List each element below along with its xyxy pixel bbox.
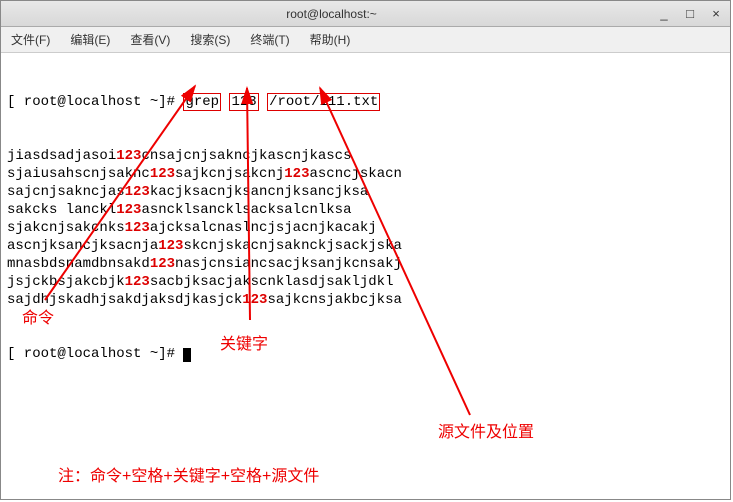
prompt-line: [ root@localhost ~]# [7, 345, 724, 363]
output-line: sakcks lanckl123asncklsancklsacksalcnlks… [7, 201, 724, 219]
menu-file[interactable]: 文件(F) [5, 29, 56, 50]
maximize-button[interactable]: □ [682, 6, 698, 21]
window-title: root@localhost:~ [7, 7, 656, 21]
keyword-box: 123 [229, 93, 258, 111]
filepath-box: /root/111.txt [267, 93, 380, 111]
output-line: sjaiusahscnjsaknc123sajkcnjsakcnj123ascn… [7, 165, 724, 183]
output-line: sajcnjsakncjas123kacjksacnjksancnjksancj… [7, 183, 724, 201]
menu-help[interactable]: 帮助(H) [304, 29, 357, 50]
minimize-button[interactable]: _ [656, 6, 672, 21]
menu-terminal[interactable]: 终端(T) [244, 29, 295, 50]
output-line: ascnjksancjksacnja123skcnjskacnjsaknckjs… [7, 237, 724, 255]
output-lines: jiasdsadjasoi123cnsajcnjsakncjkascnjkasc… [7, 147, 724, 309]
prompt: [ root@localhost ~]# [7, 94, 183, 110]
menu-edit[interactable]: 编辑(E) [64, 29, 116, 50]
terminal-area[interactable]: [ root@localhost ~]# grep 123 /root/111.… [1, 53, 730, 499]
output-line: sajdhjskadhjsakdjaksdjkasjck123sajkcnsja… [7, 291, 724, 309]
titlebar: root@localhost:~ _ □ × [1, 1, 730, 27]
output-line: mnasbdsnamdbnsakd123nasjcnsiancsacjksanj… [7, 255, 724, 273]
prompt: [ root@localhost ~]# [7, 346, 183, 362]
output-line: jiasdsadjasoi123cnsajcnjsakncjkascnjkasc… [7, 147, 724, 165]
command-line: [ root@localhost ~]# grep 123 /root/111.… [7, 93, 724, 111]
terminal-window: root@localhost:~ _ □ × 文件(F) 编辑(E) 查看(V)… [0, 0, 731, 500]
output-line: jsjckbsjakcbjk123sacbjksacjakscnklasdjsa… [7, 273, 724, 291]
output-line: sjakcnjsakcnks123ajcksalcnaslncjsjacnjka… [7, 219, 724, 237]
menu-view[interactable]: 查看(V) [124, 29, 176, 50]
menu-search[interactable]: 搜索(S) [184, 29, 236, 50]
menubar: 文件(F) 编辑(E) 查看(V) 搜索(S) 终端(T) 帮助(H) [1, 27, 730, 53]
grep-command-box: grep [183, 93, 221, 111]
close-button[interactable]: × [708, 6, 724, 21]
cursor-icon [183, 348, 191, 362]
window-controls: _ □ × [656, 6, 724, 21]
